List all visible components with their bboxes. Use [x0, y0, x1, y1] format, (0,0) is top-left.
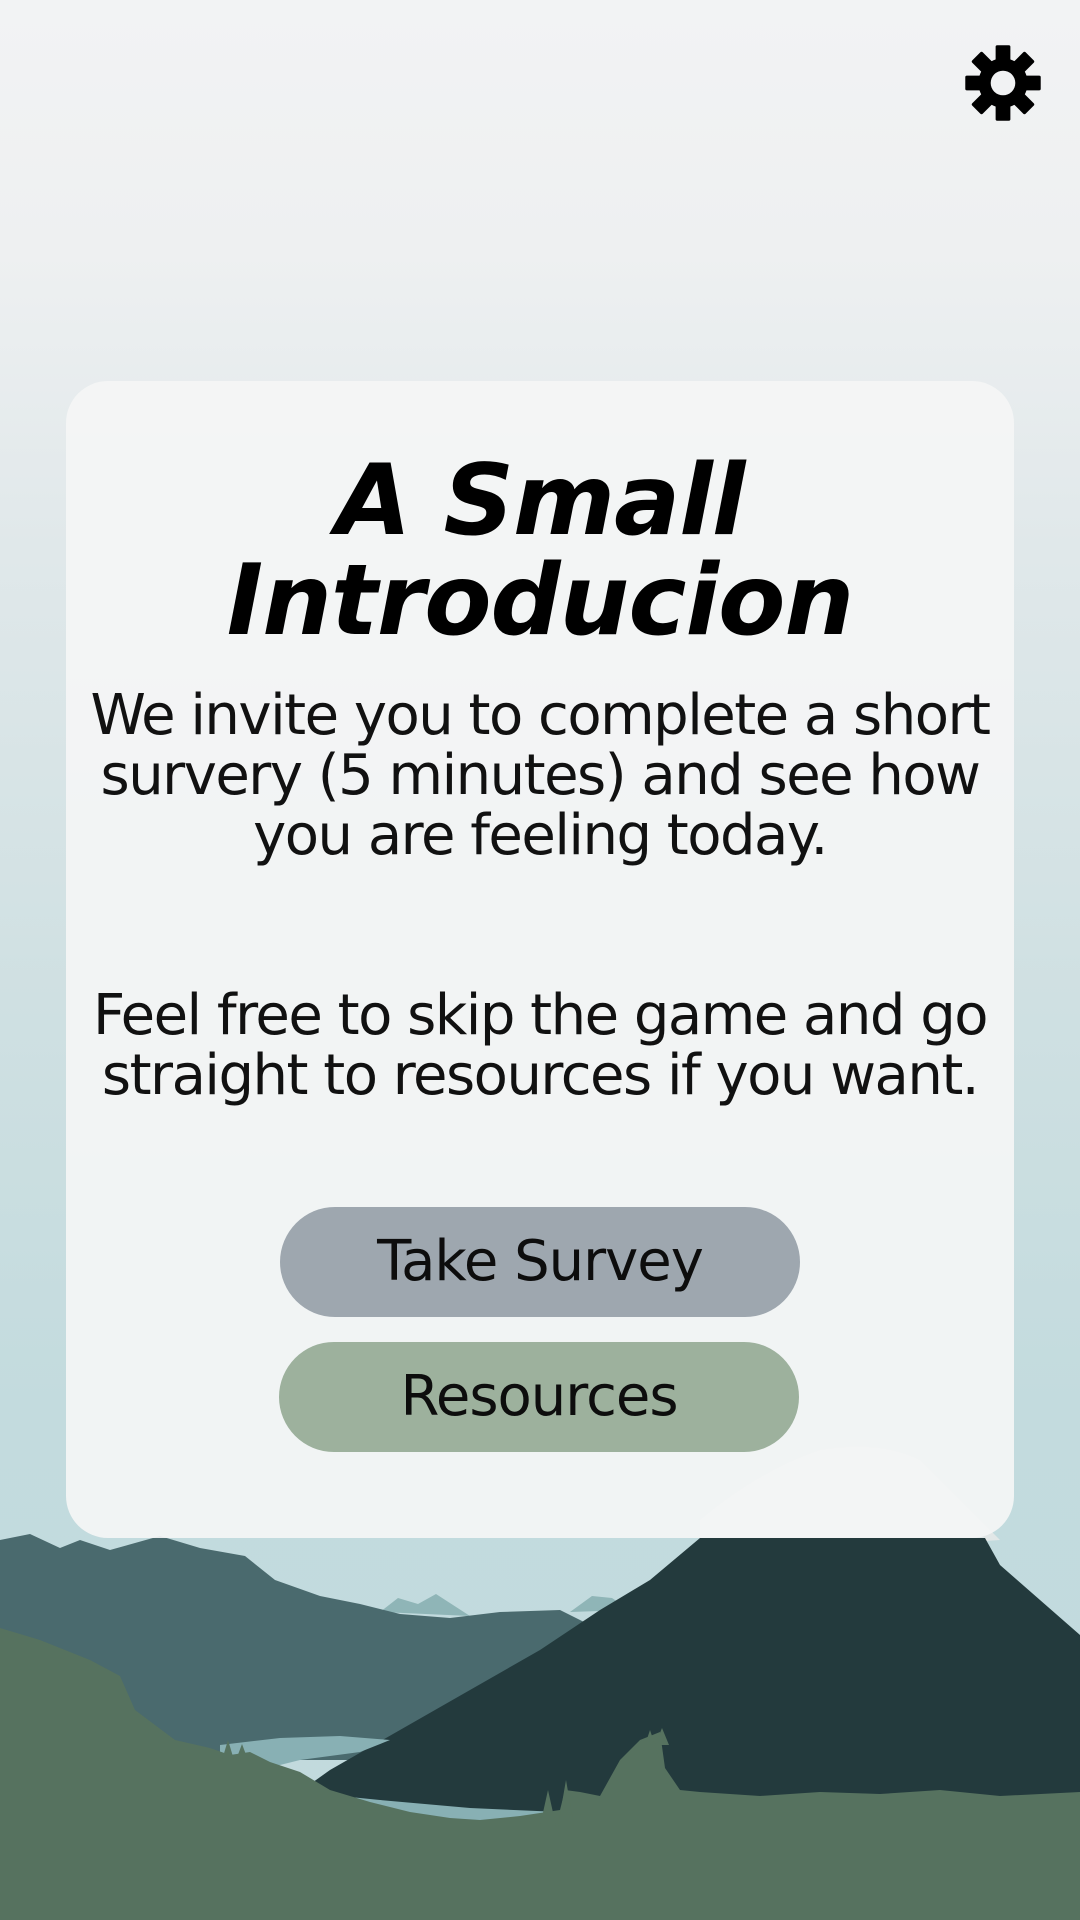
- page-title: A Small Introducion: [66, 451, 1014, 651]
- intro-paragraph-skip: Feel free to skip the game and go straig…: [93, 983, 989, 1108]
- title-line-1: A Small: [335, 444, 746, 558]
- title-line-2: Introducion: [226, 544, 854, 658]
- settings-button[interactable]: [962, 42, 1044, 124]
- intro-card: A Small Introducion We invite you to com…: [66, 381, 1014, 1538]
- gear-icon: [965, 45, 1041, 121]
- resources-button[interactable]: Resources: [279, 1342, 799, 1452]
- intro-paragraph-survey: We invite you to complete a short surver…: [90, 683, 991, 868]
- take-survey-button[interactable]: Take Survey: [280, 1207, 800, 1317]
